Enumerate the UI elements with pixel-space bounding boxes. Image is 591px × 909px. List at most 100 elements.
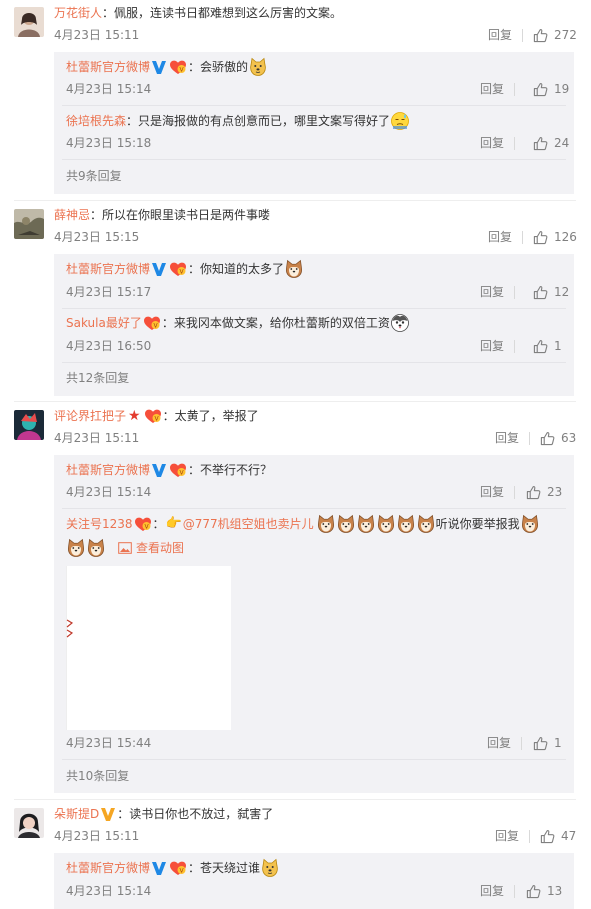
shiba-emoji-icon (520, 514, 540, 534)
reply-button[interactable]: 回复 (480, 81, 504, 97)
vip-heart-icon (169, 860, 187, 876)
attached-image[interactable] (66, 566, 231, 730)
like-button[interactable]: 19 (533, 81, 569, 97)
like-button[interactable]: 24 (533, 135, 569, 151)
like-button[interactable]: 1 (533, 735, 562, 751)
reply-button[interactable]: 回复 (495, 828, 519, 844)
verified-blue-icon (151, 462, 167, 478)
more-replies-link[interactable]: 共9条回复 (66, 168, 122, 184)
user-avatar[interactable] (14, 209, 44, 239)
reply-text: ：苍天绕过谁 (188, 861, 261, 875)
like-count: 23 (547, 485, 563, 499)
shiba-emoji-icon (316, 514, 336, 534)
reply-button[interactable]: 回复 (480, 883, 504, 899)
action-separator (529, 432, 530, 445)
like-button[interactable]: 12 (533, 284, 569, 300)
like-button[interactable]: 23 (526, 484, 562, 500)
username-link[interactable]: 杜蕾斯官方微博 (66, 259, 150, 279)
mention-link[interactable]: @777机组空姐也卖片儿 (183, 514, 314, 534)
comment-body: 朵斯提D ：读书日你也不放过，弑害了 (54, 804, 273, 824)
like-count: 13 (547, 884, 563, 898)
reply-body-continued: 查看动图 (66, 538, 184, 558)
like-button[interactable]: 13 (526, 883, 562, 899)
username-link[interactable]: Sakula最好了 (66, 313, 142, 333)
thumb-up-icon (533, 28, 548, 43)
username-link[interactable]: 徐培根先森 (66, 111, 126, 131)
comment-text: ：读书日你也不放过，弑害了 (117, 807, 274, 821)
reply-body: Sakula最好了 ：来我冈本做文案，给你杜蕾斯的双倍工资 (66, 313, 410, 333)
action-separator (522, 231, 523, 244)
username-link[interactable]: 关注号1238 (66, 514, 133, 534)
reply-button[interactable]: 回复 (488, 27, 512, 43)
reply-date: 4月23日 15:44 (66, 736, 152, 750)
shiba-emoji-icon (336, 514, 356, 534)
username-link[interactable]: 朵斯提D (54, 804, 99, 824)
more-replies-link[interactable]: 共12条回复 (66, 370, 129, 386)
like-count: 12 (554, 285, 570, 299)
verified-blue-icon (151, 59, 167, 75)
like-count: 126 (554, 230, 577, 244)
like-button[interactable]: 272 (533, 27, 577, 43)
verified-blue-icon (151, 261, 167, 277)
reply-text: ：只是海报做的有点创意而已，哪里文案写得好了 (126, 114, 391, 128)
reply-button[interactable]: 回复 (495, 430, 519, 446)
action-separator (514, 83, 515, 96)
reply-button[interactable]: 回复 (488, 229, 512, 245)
username-link[interactable]: 评论界扛把子 (54, 406, 126, 426)
action-separator (529, 830, 530, 843)
user-avatar[interactable] (14, 808, 44, 838)
username-link[interactable]: 杜蕾斯官方微博 (66, 858, 150, 878)
comment-body: 万花街人 ：佩服，连读书日都难想到这么厉害的文案。 (54, 3, 342, 23)
reply-divider (62, 362, 566, 363)
reply-date: 4月23日 15:14 (66, 82, 152, 96)
comment-date: 4月23日 15:15 (54, 230, 140, 244)
username-link[interactable]: 薛神忌 (54, 205, 90, 225)
action-separator (514, 137, 515, 150)
reply-body: 杜蕾斯官方微博 ：不举行不行？ (66, 460, 272, 480)
doge-emoji-icon (260, 858, 280, 878)
comment-divider (14, 200, 576, 201)
picture-icon (118, 542, 132, 554)
action-separator (514, 286, 515, 299)
comment-text: ：太黄了，举报了 (162, 409, 259, 423)
like-button[interactable]: 126 (533, 229, 577, 245)
like-count: 24 (554, 136, 570, 150)
username-link[interactable]: 杜蕾斯官方微博 (66, 57, 150, 77)
more-replies-link[interactable]: 共10条回复 (66, 768, 129, 784)
reply-divider (62, 308, 566, 309)
comment-text: ：所以在你眼里读书日是两件事喽 (90, 208, 271, 222)
shiba-emoji-icon (86, 538, 106, 558)
vip-heart-icon (144, 408, 162, 424)
reply-button[interactable]: 回复 (487, 735, 511, 751)
reply-text: ：会骄傲的 (188, 60, 249, 74)
like-button[interactable]: 63 (540, 430, 576, 446)
reply-date: 4月23日 15:17 (66, 285, 152, 299)
user-avatar[interactable] (14, 7, 44, 37)
view-gif-link[interactable]: 查看动图 (118, 538, 184, 558)
like-button[interactable]: 1 (533, 338, 562, 354)
reply-divider (62, 759, 566, 760)
user-avatar[interactable] (14, 410, 44, 440)
thumb-up-icon (540, 431, 555, 446)
reply-divider (62, 105, 566, 106)
reply-body: 杜蕾斯官方微博 ：会骄傲的 (66, 57, 268, 77)
pointing-hand-icon: 👉 (165, 516, 182, 531)
reply-button[interactable]: 回复 (480, 284, 504, 300)
like-button[interactable]: 47 (540, 828, 576, 844)
reply-button[interactable]: 回复 (480, 135, 504, 151)
reply-button[interactable]: 回复 (480, 484, 504, 500)
reply-divider (62, 159, 566, 160)
comment-date: 4月23日 15:11 (54, 28, 140, 42)
comment-divider (14, 401, 576, 402)
reply-date: 4月23日 15:18 (66, 136, 152, 150)
comment-date: 4月23日 15:11 (54, 829, 140, 843)
like-count: 47 (561, 829, 577, 843)
verified-blue-icon (151, 860, 167, 876)
comment-body: 评论界扛把子 ★ ：太黄了，举报了 (54, 406, 259, 426)
username-link[interactable]: 万花街人 (54, 3, 102, 23)
red-star-icon: ★ (128, 408, 141, 424)
reply-button[interactable]: 回复 (480, 338, 504, 354)
username-link[interactable]: 杜蕾斯官方微博 (66, 460, 150, 480)
like-count: 1 (554, 339, 562, 353)
thumb-up-icon (540, 829, 555, 844)
